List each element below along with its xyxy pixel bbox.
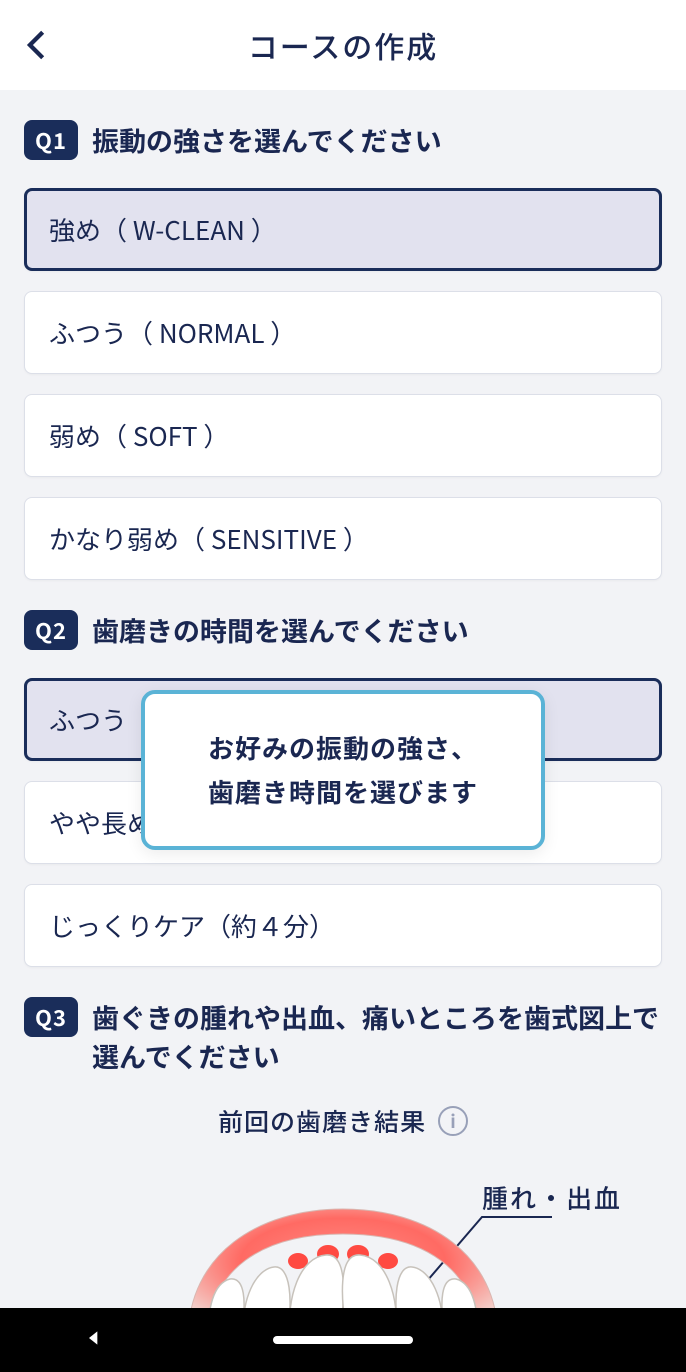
popover-line1: お好みの振動の強さ、: [169, 726, 517, 770]
page-title: コースの作成: [0, 23, 686, 67]
q1-option-wclean[interactable]: 強め（ W-CLEAN ）: [24, 188, 662, 271]
android-home-pill[interactable]: [273, 1336, 413, 1344]
question-3: Q3 歯ぐきの腫れや出血、痛いところを歯式図上で選んでください 前回の歯磨き結果…: [24, 997, 662, 1308]
upper-teeth-diagram[interactable]: [178, 1199, 508, 1308]
question-1: Q1 振動の強さを選んでください 強め（ W-CLEAN ） ふつう（ NORM…: [24, 120, 662, 580]
q3-result-label: 前回の歯磨き結果: [218, 1103, 426, 1139]
q1-text: 振動の強さを選んでください: [92, 120, 662, 159]
app-bar: コースの作成: [0, 0, 686, 90]
instruction-popover: お好みの振動の強さ、 歯磨き時間を選びます: [141, 690, 545, 850]
q3-badge: Q3: [24, 997, 78, 1037]
android-nav-spacer: [582, 1330, 602, 1350]
q2-badge: Q2: [24, 610, 78, 650]
android-nav-bar: [0, 1308, 686, 1372]
q3-text: 歯ぐきの腫れや出血、痛いところを歯式図上で選んでください: [92, 997, 662, 1075]
android-back-button[interactable]: [84, 1328, 104, 1353]
chevron-left-icon: [20, 28, 54, 62]
teeth-diagram-area: 腫れ・出血: [24, 1179, 662, 1308]
info-icon[interactable]: i: [438, 1106, 468, 1136]
q2-option-4min[interactable]: じっくりケア（約４分）: [24, 884, 662, 967]
popover-line2: 歯磨き時間を選びます: [169, 770, 517, 814]
q2-text: 歯磨きの時間を選んでください: [92, 610, 662, 649]
q1-option-soft[interactable]: 弱め（ SOFT ）: [24, 394, 662, 477]
triangle-back-icon: [84, 1328, 104, 1348]
content-scroll: Q1 振動の強さを選んでください 強め（ W-CLEAN ） ふつう（ NORM…: [0, 90, 686, 1308]
q1-option-sensitive[interactable]: かなり弱め（ SENSITIVE ）: [24, 497, 662, 580]
q1-badge: Q1: [24, 120, 78, 160]
q1-option-normal[interactable]: ふつう（ NORMAL ）: [24, 291, 662, 374]
back-button[interactable]: [20, 0, 54, 90]
